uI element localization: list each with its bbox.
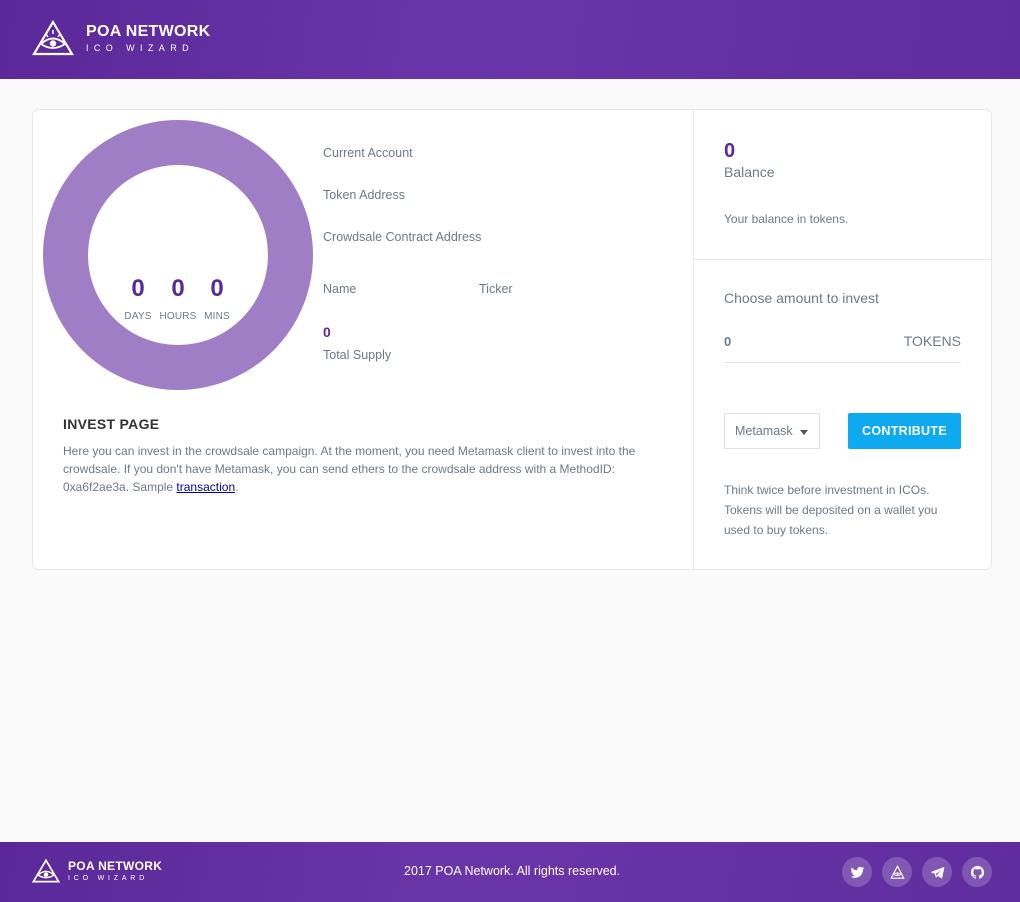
invest-description: Here you can invest in the crowdsale cam…	[63, 442, 653, 496]
chevron-down-icon	[800, 430, 808, 435]
telegram-link[interactable]	[922, 857, 952, 887]
amount-input[interactable]: 0 TOKENS	[724, 330, 961, 363]
footer-brand-title: POA NETWORK	[68, 858, 163, 873]
balance-label: Balance	[724, 164, 775, 180]
brand-title: POA NETWORK	[86, 22, 211, 40]
telegram-icon	[930, 866, 944, 878]
timer-center: 0 DAYS 0 HOURS 0 MINS	[88, 165, 268, 345]
contribute-button[interactable]: CONTRIBUTE	[848, 413, 961, 449]
poa-link[interactable]	[882, 857, 912, 887]
invest-description-end: .	[235, 480, 239, 494]
amount-value[interactable]: 0	[724, 334, 731, 349]
token-ticker-label: Ticker	[479, 282, 513, 296]
wallet-select-value: Metamask	[735, 424, 793, 438]
divider	[694, 259, 991, 260]
header: POA NETWORK ICO WIZARD	[0, 0, 1020, 79]
invest-description-text: Here you can invest in the crowdsale cam…	[63, 444, 636, 494]
amount-unit: TOKENS	[903, 333, 961, 349]
crowdsale-info-panel: 0 DAYS 0 HOURS 0 MINS Current Account To…	[33, 110, 694, 569]
github-icon	[970, 865, 984, 879]
balance-description: Your balance in tokens.	[724, 212, 849, 226]
footer-brand-subtitle: ICO WIZARD	[68, 874, 148, 882]
invest-card: 0 DAYS 0 HOURS 0 MINS Current Account To…	[32, 109, 992, 570]
token-address-label: Token Address	[323, 188, 405, 202]
wallet-select[interactable]: Metamask	[724, 413, 820, 449]
total-supply-label: Total Supply	[323, 348, 392, 362]
timer-mins: 0 MINS	[192, 275, 242, 322]
copyright-text: 2017 POA Network. All rights reserved.	[404, 864, 621, 878]
total-supply-value: 0	[323, 324, 331, 340]
github-link[interactable]	[962, 857, 992, 887]
poa-icon	[889, 864, 905, 879]
footer: POA NETWORK ICO WIZARD 2017 POA Network.…	[0, 842, 1020, 902]
header-logo[interactable]: POA NETWORK ICO WIZARD	[32, 20, 210, 56]
twitter-link[interactable]	[842, 857, 872, 887]
current-account-label: Current Account	[323, 146, 413, 160]
choose-amount-label: Choose amount to invest	[724, 290, 879, 306]
countdown-timer: 0 DAYS 0 HOURS 0 MINS	[43, 120, 313, 390]
crowdsale-address-label: Crowdsale Contract Address	[323, 230, 482, 244]
balance-value: 0	[724, 140, 736, 162]
contribute-panel: 0 Balance Your balance in tokens. Choose…	[694, 110, 991, 569]
invest-page-title: INVEST PAGE	[63, 416, 160, 432]
investment-note: Think twice before investment in ICOs. T…	[724, 483, 938, 537]
timer-mins-value: 0	[210, 275, 224, 302]
timer-mins-label: MINS	[204, 311, 230, 322]
social-links	[842, 857, 1002, 887]
poa-eye-logo-icon	[32, 859, 60, 883]
brand-subtitle: ICO WIZARD	[86, 42, 194, 53]
token-name-label: Name	[323, 282, 357, 296]
twitter-icon	[850, 866, 864, 878]
sample-transaction-link[interactable]: transaction	[176, 480, 235, 494]
footer-logo[interactable]: POA NETWORK ICO WIZARD	[32, 859, 162, 883]
poa-eye-logo-icon	[32, 20, 74, 56]
